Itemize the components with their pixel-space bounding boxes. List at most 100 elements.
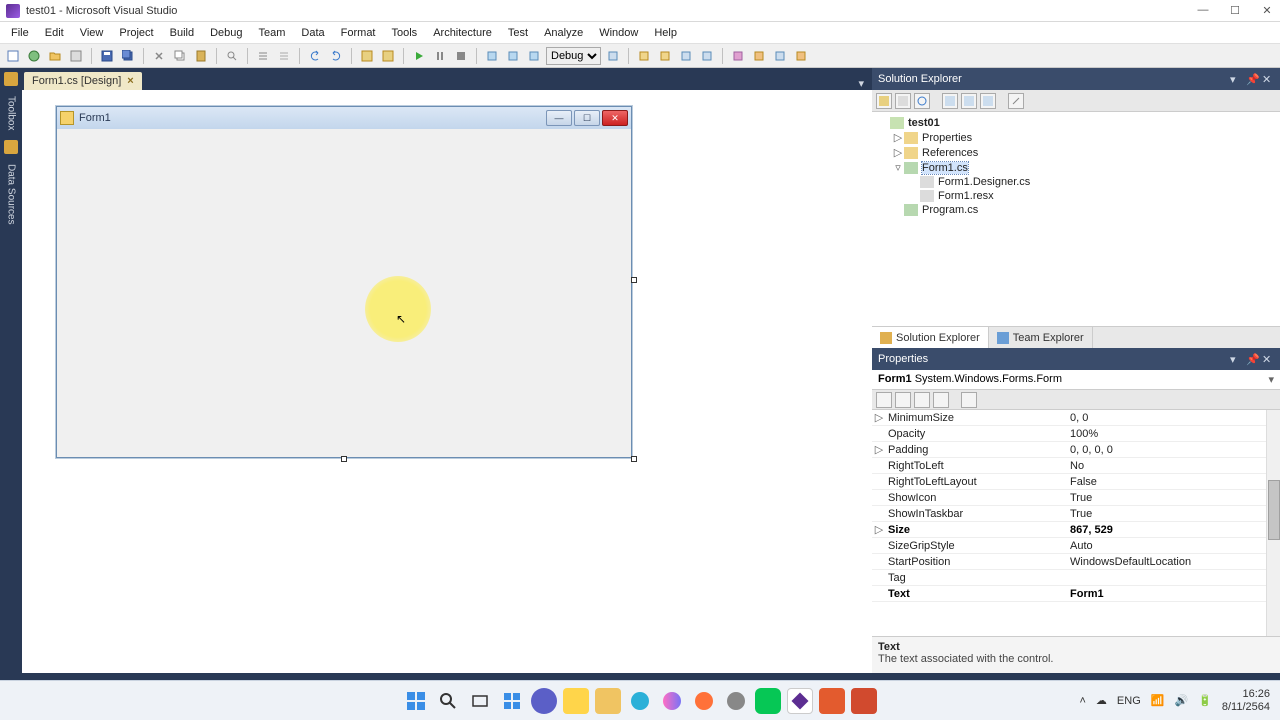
- menu-view[interactable]: View: [73, 25, 111, 41]
- redo-button[interactable]: [327, 47, 345, 65]
- taskbar-app-edge[interactable]: [627, 688, 653, 714]
- start-button[interactable]: [403, 688, 429, 714]
- property-expander-icon[interactable]: ▷: [872, 443, 886, 456]
- tb-misc-1[interactable]: [604, 47, 622, 65]
- resize-handle-south[interactable]: [341, 456, 347, 462]
- properties-grid[interactable]: ▷MinimumSize0, 0Opacity100%▷Padding0, 0,…: [872, 410, 1266, 636]
- prop-events-button[interactable]: [933, 392, 949, 408]
- undo-button[interactable]: [306, 47, 324, 65]
- resize-handle-southeast[interactable]: [631, 456, 637, 462]
- tb-misc-8[interactable]: [771, 47, 789, 65]
- se-view-classdiagram-button[interactable]: [980, 93, 996, 109]
- property-row[interactable]: ▷Size867, 529: [872, 522, 1266, 538]
- property-value[interactable]: 100%: [1066, 428, 1266, 440]
- prop-propertypages-button[interactable]: [961, 392, 977, 408]
- tree-node-references[interactable]: ▷ References: [878, 145, 1274, 160]
- tree-node-designer-cs[interactable]: Form1.Designer.cs: [878, 175, 1274, 189]
- resize-handle-east[interactable]: [631, 277, 637, 283]
- properties-header[interactable]: Properties ▾ 📌 ✕: [872, 348, 1280, 370]
- save-all-button[interactable]: [119, 47, 137, 65]
- property-value[interactable]: True: [1066, 492, 1266, 504]
- menu-tools[interactable]: Tools: [385, 25, 425, 41]
- panel-close-icon[interactable]: ✕: [1262, 353, 1274, 365]
- property-row[interactable]: Opacity100%: [872, 426, 1266, 442]
- menu-file[interactable]: File: [4, 25, 36, 41]
- property-value[interactable]: True: [1066, 508, 1266, 520]
- widgets-button[interactable]: [499, 688, 525, 714]
- menu-help[interactable]: Help: [647, 25, 684, 41]
- menu-format[interactable]: Format: [334, 25, 383, 41]
- menu-analyze[interactable]: Analyze: [537, 25, 590, 41]
- tb-misc-6[interactable]: [729, 47, 747, 65]
- property-value[interactable]: 0, 0: [1066, 412, 1266, 424]
- tb-misc-5[interactable]: [698, 47, 716, 65]
- menu-debug[interactable]: Debug: [203, 25, 249, 41]
- taskbar-app-9[interactable]: [819, 688, 845, 714]
- bottom-tab-team-explorer[interactable]: Team Explorer: [989, 327, 1093, 348]
- property-value[interactable]: False: [1066, 476, 1266, 488]
- designed-form-window[interactable]: Form1 — ☐ ✕: [56, 106, 632, 458]
- tray-chevron-icon[interactable]: ˄: [1079, 695, 1085, 707]
- menu-data[interactable]: Data: [294, 25, 331, 41]
- tray-volume-icon[interactable]: 🔊: [1174, 694, 1188, 707]
- property-row[interactable]: SizeGripStyleAuto: [872, 538, 1266, 554]
- document-tab-form1-design[interactable]: Form1.cs [Design] ×: [24, 72, 142, 90]
- comment-button[interactable]: [254, 47, 272, 65]
- panel-pin-icon[interactable]: 📌: [1246, 353, 1258, 365]
- panel-dropdown-icon[interactable]: ▾: [1230, 353, 1242, 365]
- taskbar-app-line[interactable]: [755, 688, 781, 714]
- tree-node-project[interactable]: test01: [878, 116, 1274, 130]
- maximize-button[interactable]: ☐: [1228, 4, 1242, 17]
- property-value[interactable]: No: [1066, 460, 1266, 472]
- nav-forward-button[interactable]: [379, 47, 397, 65]
- tb-misc-7[interactable]: [750, 47, 768, 65]
- taskbar-app-firefox[interactable]: [691, 688, 717, 714]
- menu-test[interactable]: Test: [501, 25, 535, 41]
- property-value[interactable]: Auto: [1066, 540, 1266, 552]
- prop-alphabetical-button[interactable]: [895, 392, 911, 408]
- se-wrench-button[interactable]: [1008, 93, 1024, 109]
- menu-team[interactable]: Team: [252, 25, 293, 41]
- property-row[interactable]: ShowInTaskbarTrue: [872, 506, 1266, 522]
- step-over-button[interactable]: [504, 47, 522, 65]
- add-item-button[interactable]: [67, 47, 85, 65]
- property-value[interactable]: 0, 0, 0, 0: [1066, 444, 1266, 456]
- tree-node-properties[interactable]: ▷ Properties: [878, 130, 1274, 145]
- taskbar-app-vs[interactable]: [787, 688, 813, 714]
- tb-misc-2[interactable]: [635, 47, 653, 65]
- new-project-button[interactable]: [4, 47, 22, 65]
- property-row[interactable]: StartPositionWindowsDefaultLocation: [872, 554, 1266, 570]
- tb-misc-4[interactable]: [677, 47, 695, 65]
- tree-node-form1cs[interactable]: ▿ Form1.cs: [878, 160, 1274, 175]
- tab-overflow-button[interactable]: ▾: [858, 77, 872, 90]
- tb-misc-9[interactable]: [792, 47, 810, 65]
- minimize-button[interactable]: —: [1196, 4, 1210, 17]
- pause-button[interactable]: [431, 47, 449, 65]
- step-into-button[interactable]: [483, 47, 501, 65]
- property-value[interactable]: 867, 529: [1066, 524, 1266, 536]
- properties-scrollbar[interactable]: [1266, 410, 1280, 636]
- menu-edit[interactable]: Edit: [38, 25, 71, 41]
- taskbar-app-2[interactable]: [563, 688, 589, 714]
- tray-clock[interactable]: 16:26 8/11/2564: [1222, 688, 1270, 712]
- property-row[interactable]: Tag: [872, 570, 1266, 586]
- paste-button[interactable]: [192, 47, 210, 65]
- step-out-button[interactable]: [525, 47, 543, 65]
- property-row[interactable]: ShowIconTrue: [872, 490, 1266, 506]
- menu-window[interactable]: Window: [592, 25, 645, 41]
- panel-pin-icon[interactable]: 📌: [1246, 73, 1258, 85]
- find-button[interactable]: [223, 47, 241, 65]
- property-value[interactable]: Form1: [1066, 588, 1266, 600]
- forms-designer-surface[interactable]: Form1 — ☐ ✕ ↖: [22, 90, 872, 680]
- open-file-button[interactable]: [46, 47, 64, 65]
- property-row[interactable]: ▷MinimumSize0, 0: [872, 410, 1266, 426]
- panel-dropdown-icon[interactable]: ▾: [1230, 73, 1242, 85]
- property-expander-icon[interactable]: ▷: [872, 523, 886, 536]
- tray-battery-icon[interactable]: 🔋: [1198, 694, 1212, 707]
- property-expander-icon[interactable]: ▷: [872, 411, 886, 424]
- task-view-button[interactable]: [467, 688, 493, 714]
- se-view-designer-button[interactable]: [961, 93, 977, 109]
- menu-architecture[interactable]: Architecture: [426, 25, 499, 41]
- nav-back-button[interactable]: [358, 47, 376, 65]
- scrollbar-thumb[interactable]: [1268, 480, 1280, 540]
